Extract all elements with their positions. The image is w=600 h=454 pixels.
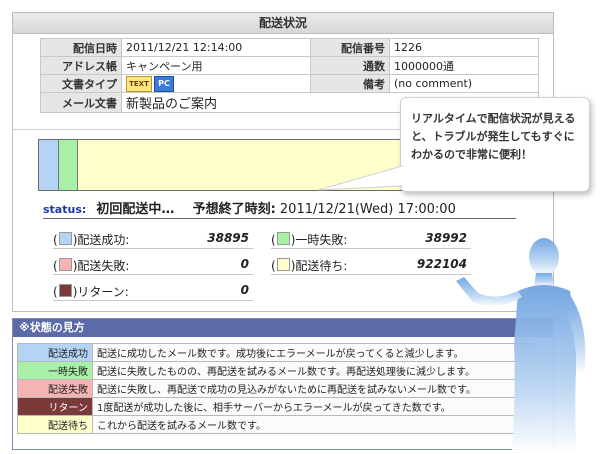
success-underline	[53, 248, 253, 249]
status-value: 初回配送中…	[96, 202, 175, 217]
return-count-value: 0	[240, 283, 249, 297]
remarks-value: (no comment)	[389, 74, 539, 93]
waiting-underline	[271, 274, 471, 275]
count-label: 通数	[310, 56, 390, 75]
fail-swatch	[58, 258, 72, 271]
legend-key: 一時失敗	[17, 361, 93, 380]
doctype-value: TEXT PC	[121, 74, 311, 93]
temp-fail-count-label: ()一時失敗:	[271, 232, 348, 247]
success-count-value: 38895	[207, 231, 249, 245]
count-value: 1000000通	[389, 56, 539, 75]
panel-title: 配送状況	[13, 13, 553, 34]
number-value: 1226	[389, 38, 539, 57]
presenter-illustration	[456, 238, 586, 454]
fail-underline	[53, 274, 253, 275]
legend-key: 配送失敗	[17, 379, 93, 398]
eta-label: 予想終了時刻:	[192, 202, 276, 217]
status-label: status:	[43, 203, 87, 216]
success-count-label: ()配送成功:	[53, 232, 130, 247]
status-line: status: 初回配送中… 予想終了時刻: 2011/12/21(Wed) 1…	[43, 198, 456, 217]
bubble-text: リアルタイムで配信状況が見えると、トラブルが発生してもすぐにわかるので非常に便利…	[411, 112, 576, 161]
fail-count-value: 0	[240, 257, 249, 271]
doctype-label: 文書タイプ	[40, 74, 122, 93]
return-swatch	[58, 284, 72, 297]
speech-bubble: リアルタイムで配信状況が見えると、トラブルが発生してもすぐにわかるので非常に便利…	[400, 97, 590, 192]
progress-segment-1	[58, 140, 79, 190]
mail-label: メール文書	[40, 92, 122, 113]
status-underline	[43, 218, 516, 219]
progress-segment-0	[39, 140, 59, 190]
bubble-tail	[318, 165, 403, 191]
success-swatch	[58, 232, 72, 245]
legend-key: リターン	[17, 397, 93, 416]
eta-value: 2011/12/21(Wed) 17:00:00	[279, 202, 456, 217]
legend-key: 配送成功	[17, 343, 93, 362]
pc-icon: PC	[154, 75, 174, 92]
return-count-label: ()リターン:	[53, 284, 129, 299]
text-format-icon: TEXT	[126, 75, 152, 92]
date-value: 2011/12/21 12:14:00	[121, 38, 311, 57]
date-label: 配信日時	[40, 38, 122, 57]
address-label: アドレス帳	[40, 56, 122, 75]
legend-key: 配送待ち	[17, 415, 93, 434]
fail-count-label: ()配送失敗:	[53, 258, 130, 273]
number-label: 配信番号	[310, 38, 390, 57]
temp-fail-underline	[271, 248, 471, 249]
waiting-count-label: ()配送待ち:	[271, 258, 348, 273]
waiting-swatch	[276, 258, 290, 271]
address-value: キャンペーン用	[121, 56, 311, 75]
remarks-label: 備考	[310, 74, 390, 93]
temp-fail-swatch	[276, 232, 290, 245]
return-underline	[53, 300, 253, 301]
